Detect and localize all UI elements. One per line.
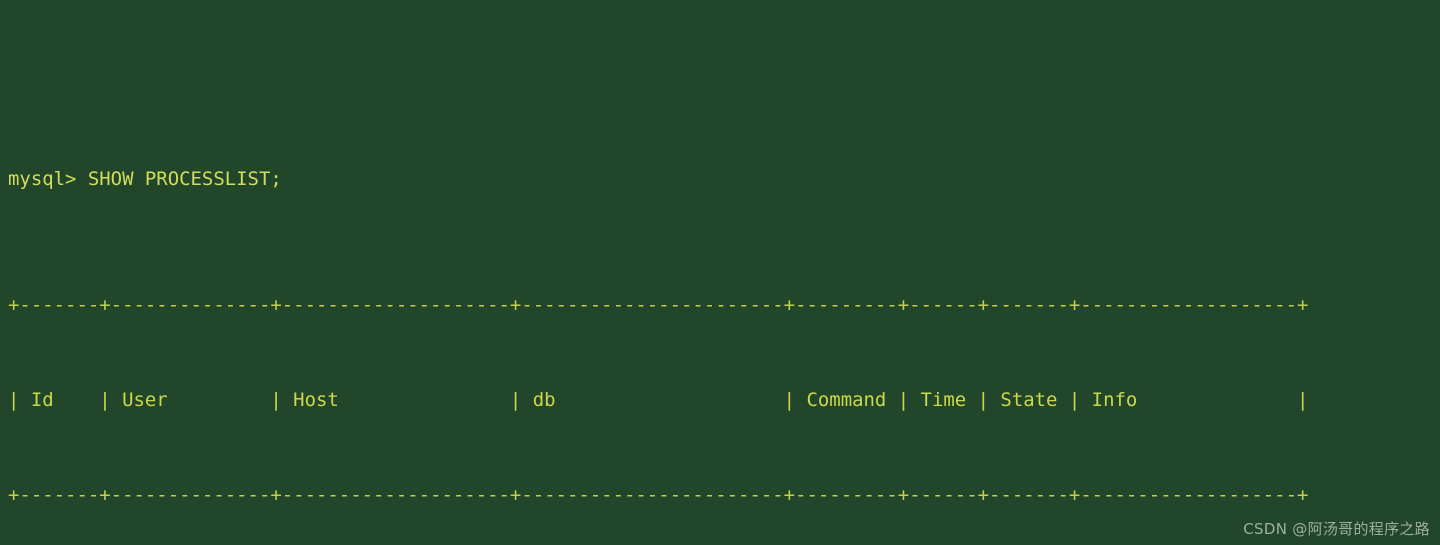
command-prompt-line[interactable]: mysql> SHOW PROCESSLIST; [8, 164, 1436, 196]
table-header-row: | Id | User | Host | db | Command | Time… [8, 389, 1309, 412]
terminal-output: mysql> SHOW PROCESSLIST; +-------+------… [8, 69, 1436, 545]
table-rule-header: +-------+--------------+----------------… [8, 483, 1309, 506]
table-rule-top: +-------+--------------+----------------… [8, 294, 1309, 317]
terminal-window: mysql> SHOW PROCESSLIST; +-------+------… [0, 0, 1440, 545]
csdn-watermark: CSDN @阿汤哥的程序之路 [1243, 520, 1430, 538]
